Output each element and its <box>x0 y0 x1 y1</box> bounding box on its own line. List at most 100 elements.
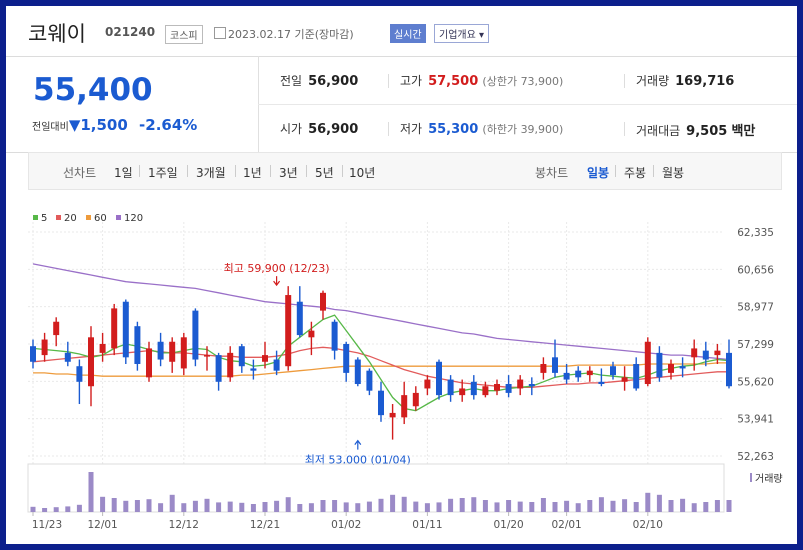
volume-bar <box>390 494 396 512</box>
calendar-icon <box>214 27 226 39</box>
tab-daily[interactable]: 일봉 <box>587 164 609 181</box>
tab-1w[interactable]: 1주일 <box>148 164 178 181</box>
volume-bar <box>53 507 59 512</box>
candle-body <box>53 321 60 336</box>
candle-body <box>726 352 732 387</box>
price-change: 전일대비▼1,500 -2.64% <box>32 116 197 134</box>
realtime-button[interactable]: 실시간 <box>390 24 426 43</box>
candle-body <box>598 381 605 385</box>
legend-swatch-20 <box>56 215 61 220</box>
divider <box>388 74 389 88</box>
company-overview-dropdown[interactable]: 기업개요 ▾ <box>434 24 490 43</box>
volume-bar <box>448 498 454 512</box>
candle-body <box>296 301 303 336</box>
trade-amount: 거래대금 9,505 백만 <box>636 124 756 139</box>
volume-bar <box>355 503 361 512</box>
price-chart: 5 20 60 120 62,335 60,656 58,977 57,299 55,620 5… <box>27 213 783 531</box>
volume-bar <box>471 497 477 512</box>
candle-body <box>134 326 141 364</box>
y-tick-label: 58,977 <box>737 302 774 314</box>
divider <box>624 122 625 136</box>
volume-label: 거래량 <box>755 473 783 485</box>
volume-bar <box>332 500 338 512</box>
volume-bar <box>482 500 488 512</box>
stock-widget: 코웨이 021240 코스피 2023.02.17 기준(장마감) 실시간 기업… <box>6 6 797 544</box>
x-tick-label: 12/12 <box>169 519 199 531</box>
candle-body <box>354 359 361 385</box>
volume-bar <box>517 501 523 512</box>
volume-bar <box>378 498 384 512</box>
quote-panel: 55,400 전일대비▼1,500 -2.64% 전일 56,900 고가 57,5… <box>6 56 797 153</box>
volume-bar <box>564 500 570 512</box>
volume-bar <box>598 497 604 512</box>
candle-body <box>122 301 129 358</box>
volume-bar <box>436 502 442 512</box>
volume-bar <box>424 503 430 512</box>
volume-pane-border <box>27 463 725 513</box>
volume-bar <box>204 498 210 512</box>
tab-5y[interactable]: 5년 <box>315 164 334 181</box>
volume-bar <box>262 502 268 512</box>
volume-bar <box>297 504 303 512</box>
candle-body <box>679 366 686 369</box>
volume-bar <box>413 501 419 512</box>
volume-bar <box>540 498 546 512</box>
candle-body <box>528 384 535 387</box>
candle-body <box>250 368 257 371</box>
volume-bar <box>123 500 129 512</box>
volume-bar <box>575 503 581 512</box>
tab-monthly[interactable]: 월봉 <box>662 164 684 181</box>
tab-3y[interactable]: 3년 <box>279 164 298 181</box>
y-tick-label: 62,335 <box>737 227 774 239</box>
open-price: 시가 56,900 <box>280 122 359 137</box>
tab-weekly[interactable]: 주봉 <box>624 164 646 181</box>
volume-bar <box>181 503 187 512</box>
x-tick-label: 01/11 <box>412 519 442 531</box>
candle-body <box>505 384 512 393</box>
stock-header: 코웨이 021240 코스피 2023.02.17 기준(장마감) 실시간 기업… <box>6 6 797 57</box>
x-tick-label: 12/21 <box>250 519 280 531</box>
volume-bar <box>494 502 500 512</box>
volume-bar <box>343 502 349 512</box>
volume-bar <box>401 496 407 512</box>
candle-body <box>424 379 431 389</box>
current-price: 55,400 <box>33 72 153 108</box>
volume-bar <box>622 499 628 512</box>
divider <box>388 122 389 136</box>
candle-body <box>389 412 396 418</box>
volume-bar <box>633 502 639 512</box>
volume-bar <box>134 500 140 512</box>
candle-body <box>447 379 454 396</box>
volume-bar <box>146 499 152 512</box>
prev-close: 전일 56,900 <box>280 74 359 89</box>
candle-body <box>192 310 199 360</box>
candle-body <box>308 330 315 338</box>
candle-body <box>540 363 547 373</box>
volume-bar <box>714 500 720 512</box>
x-tick-label: 01/20 <box>493 519 523 531</box>
company-overview-label: 기업개요 <box>439 30 476 41</box>
change-amount: 1,500 <box>80 116 128 134</box>
change-percent: -2.64% <box>139 116 198 134</box>
legend-swatch-5 <box>33 215 38 220</box>
candle-body <box>470 381 477 396</box>
volume-bar <box>552 502 558 512</box>
volume-bar <box>158 503 164 512</box>
candle-body <box>668 363 674 373</box>
tab-1y[interactable]: 1년 <box>243 164 262 181</box>
tab-3m[interactable]: 3개월 <box>196 164 226 181</box>
candle-body <box>586 370 593 376</box>
candle-body <box>563 372 570 380</box>
tab-1d[interactable]: 1일 <box>114 164 133 181</box>
volume-bar <box>227 501 233 512</box>
tab-10y[interactable]: 10년 <box>349 164 375 181</box>
candle-body <box>30 346 36 362</box>
candle-body <box>610 366 616 376</box>
candle-body <box>146 348 152 378</box>
volume-bar <box>656 494 662 512</box>
base-date: 2023.02.17 기준(장마감) <box>228 28 354 41</box>
volume-bar <box>192 500 198 512</box>
candle-body <box>656 352 663 378</box>
market-badge: 코스피 <box>165 25 203 44</box>
candle-body <box>273 359 280 371</box>
